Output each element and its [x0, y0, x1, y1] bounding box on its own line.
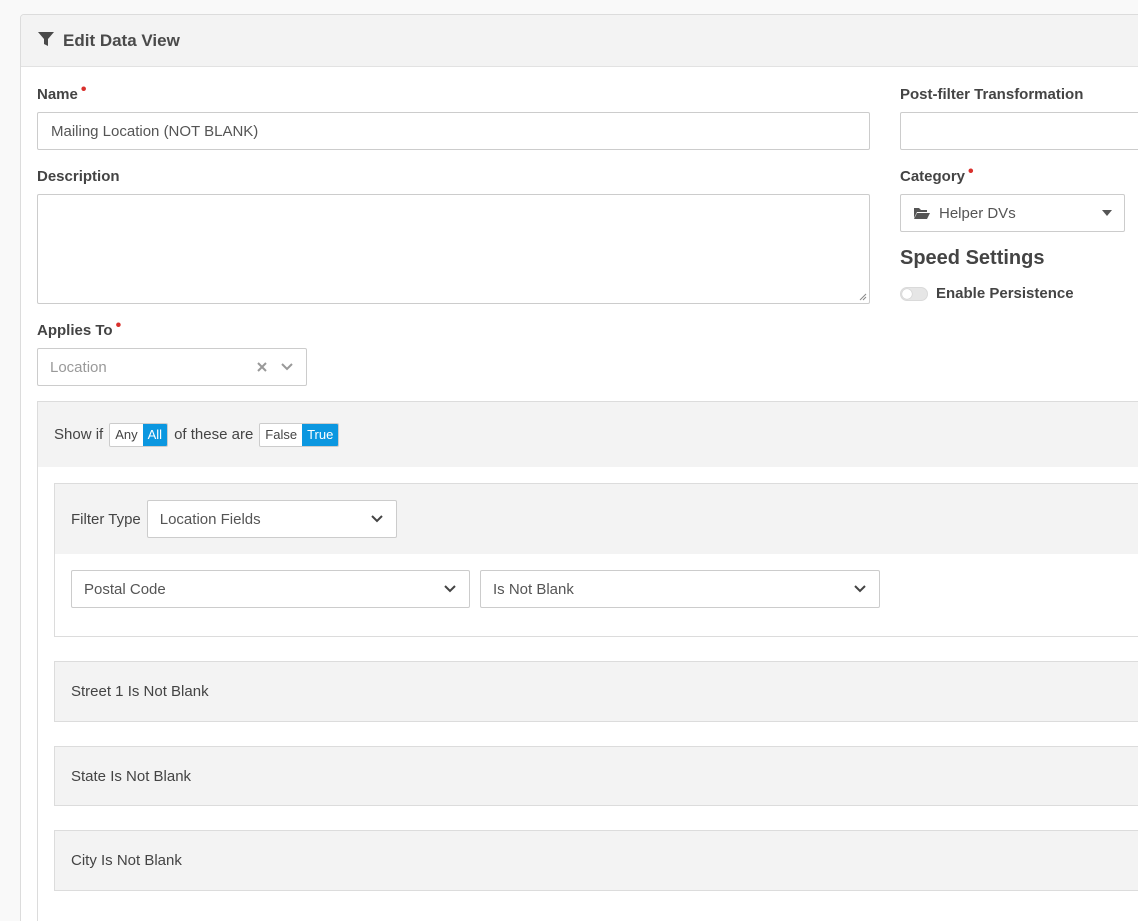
filter-type-value: Location Fields	[159, 510, 261, 528]
filter-card-collapsed[interactable]: City Is Not Blank	[54, 830, 1138, 891]
name-input[interactable]: Mailing Location (NOT BLANK)	[37, 112, 870, 150]
post-filter-input[interactable]	[900, 112, 1138, 150]
filter-type-select[interactable]: Location Fields	[146, 500, 397, 538]
applies-to-label: Applies To •	[37, 317, 121, 340]
required-indicator: •	[115, 317, 122, 334]
folder-open-icon	[914, 208, 930, 219]
required-indicator: •	[968, 163, 974, 180]
filter-group-header: Show if Any All of these are False True	[38, 402, 1138, 467]
show-if-label: Show if	[54, 426, 104, 443]
filter-card-collapsed[interactable]: Street 1 Is Not Blank	[54, 661, 1138, 722]
chevron-down-icon	[444, 585, 456, 593]
applies-to-label-text: Applies To	[37, 322, 113, 339]
filter-summary: City Is Not Blank	[71, 852, 182, 869]
category-label-text: Category	[900, 168, 966, 185]
enable-persistence-toggle[interactable]	[900, 286, 928, 301]
filter-card-collapsed[interactable]: State Is Not Blank	[54, 746, 1138, 806]
comparison-select[interactable]: Is Not Blank	[480, 570, 880, 608]
chevron-down-icon	[371, 515, 383, 523]
category-value: Helper DVs	[939, 204, 1016, 222]
comparison-value: Is Not Blank	[493, 580, 574, 598]
filter-icon	[37, 30, 63, 52]
panel-header: Edit Data View	[21, 15, 1138, 67]
chevron-down-icon[interactable]	[280, 362, 294, 372]
description-textarea[interactable]	[37, 194, 870, 304]
required-indicator: •	[80, 81, 87, 98]
filter-summary: Street 1 Is Not Blank	[71, 683, 209, 700]
quantifier-toggle: Any All	[109, 422, 169, 447]
category-label: Category •	[900, 163, 974, 186]
of-these-are-label: of these are	[174, 426, 254, 443]
applies-to-value: Location	[50, 358, 107, 376]
post-filter-label: Post-filter Transformation	[900, 86, 1084, 103]
clear-x-icon[interactable]	[256, 361, 268, 373]
filter-card-header: Filter Type Location Fields	[55, 484, 1138, 554]
caret-down-icon	[1102, 210, 1112, 216]
speed-settings-heading: Speed Settings	[900, 247, 1045, 269]
enable-persistence-label: Enable Persistence	[936, 285, 1074, 302]
filter-type-label: Filter Type	[71, 510, 141, 528]
description-label: Description	[37, 168, 120, 185]
category-picker[interactable]: Helper DVs	[900, 194, 1125, 232]
filter-summary: State Is Not Blank	[71, 767, 192, 785]
resize-handle-icon[interactable]	[858, 292, 867, 301]
field-select[interactable]: Postal Code	[71, 570, 470, 608]
filter-card-expanded: Filter Type Location Fields	[54, 483, 1138, 637]
enable-persistence-toggle-row: Enable Persistence	[900, 285, 1074, 302]
false-button[interactable]: False	[260, 423, 303, 446]
panel-title: Edit Data View	[63, 30, 180, 50]
all-button[interactable]: All	[142, 423, 168, 446]
chevron-down-icon	[854, 585, 866, 593]
name-label: Name •	[37, 81, 86, 104]
true-button[interactable]: True	[302, 423, 339, 446]
truth-toggle: False True	[259, 422, 340, 447]
name-label-text: Name	[37, 86, 78, 103]
field-value: Postal Code	[84, 580, 166, 598]
applies-to-select[interactable]: Location	[37, 348, 307, 386]
any-button[interactable]: Any	[110, 423, 143, 446]
name-input-value: Mailing Location (NOT BLANK)	[51, 122, 259, 140]
